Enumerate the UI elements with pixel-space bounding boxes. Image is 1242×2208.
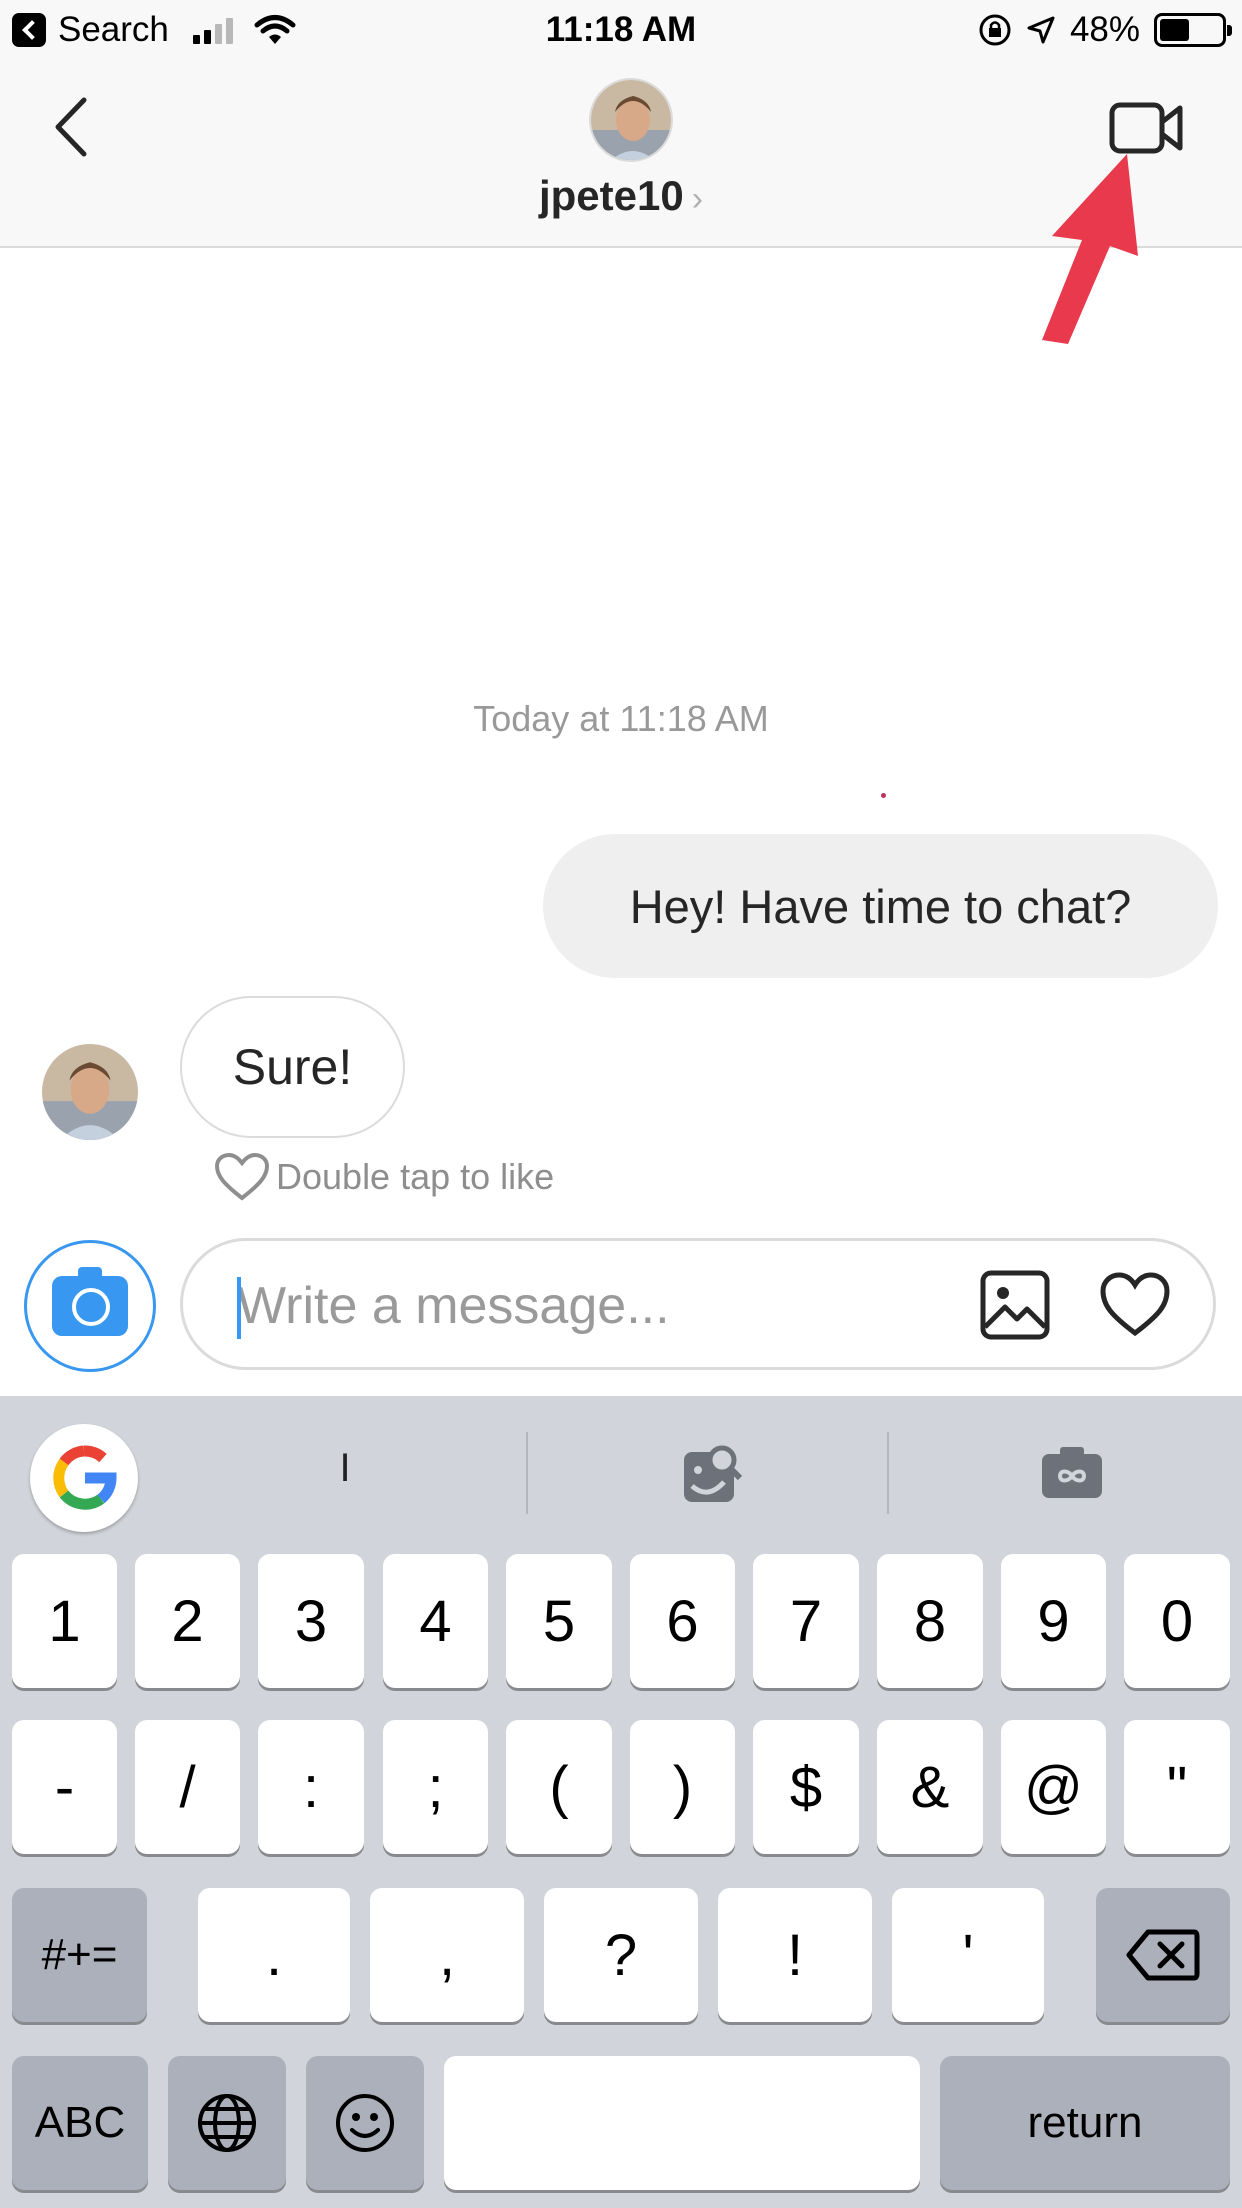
key-4[interactable]: 4 [383, 1554, 488, 1688]
return-key[interactable]: return [940, 2056, 1230, 2190]
key-6[interactable]: 6 [630, 1554, 735, 1688]
key-colon[interactable]: : [258, 1720, 364, 1854]
emoji-icon [336, 2094, 394, 2152]
key-quote[interactable]: " [1124, 1720, 1230, 1854]
sender-avatar[interactable] [42, 1044, 138, 1140]
key-dollar[interactable]: $ [753, 1720, 859, 1854]
sent-message-bubble[interactable]: Hey! Have time to chat? [543, 834, 1218, 978]
camera-icon [52, 1267, 128, 1336]
double-tap-hint: Double tap to like [214, 1152, 554, 1202]
delete-key[interactable] [1096, 1888, 1230, 2022]
image-search-icon[interactable] [682, 1444, 744, 1504]
message-text: Sure! [232, 1039, 353, 1095]
symbols-key[interactable]: #+= [12, 1888, 147, 2022]
typing-dot [881, 793, 886, 798]
battery-icon [1154, 13, 1232, 47]
message-field[interactable] [180, 1238, 1216, 1370]
key-7[interactable]: 7 [753, 1554, 859, 1688]
key-close-paren[interactable]: ) [630, 1720, 735, 1854]
location-icon [1027, 16, 1055, 44]
header-avatar[interactable] [589, 78, 673, 162]
key-ampersand[interactable]: & [877, 1720, 983, 1854]
suggestion-word[interactable]: I [300, 1446, 390, 1491]
space-key[interactable] [444, 2056, 920, 2190]
abc-key[interactable]: ABC [12, 2056, 148, 2190]
key-slash[interactable]: / [135, 1720, 240, 1854]
emoji-key[interactable] [306, 2056, 424, 2190]
key-question[interactable]: ? [544, 1888, 698, 2022]
google-icon[interactable] [30, 1424, 138, 1532]
suggestion-bar: I [0, 1396, 1242, 1546]
heart-icon[interactable] [1099, 1271, 1171, 1337]
key-exclamation[interactable]: ! [718, 1888, 872, 2022]
annotation-arrow [1042, 154, 1138, 344]
status-right: 48% [978, 10, 1232, 50]
suggestion-divider [887, 1432, 889, 1514]
key-period[interactable]: . [198, 1888, 350, 2022]
avatar-image [591, 80, 671, 160]
key-1[interactable]: 1 [12, 1554, 117, 1688]
key-at[interactable]: @ [1001, 1720, 1106, 1854]
key-5[interactable]: 5 [506, 1554, 612, 1688]
status-bar: Search 11:18 AM 48% [0, 0, 1242, 62]
key-open-paren[interactable]: ( [506, 1720, 612, 1854]
key-semicolon[interactable]: ; [383, 1720, 488, 1854]
key-apostrophe[interactable]: ' [892, 1888, 1044, 2022]
key-3[interactable]: 3 [258, 1554, 364, 1688]
battery-percent: 48% [1069, 10, 1140, 49]
double-tap-label: Double tap to like [276, 1156, 555, 1197]
key-2[interactable]: 2 [135, 1554, 240, 1688]
back-arrow-icon[interactable] [48, 92, 108, 162]
keyboard: I 1 2 3 4 5 6 7 8 9 0 - / : ; ( ) $ & @ … [0, 1396, 1242, 2208]
gif-camera-icon[interactable] [1040, 1444, 1104, 1500]
key-0[interactable]: 0 [1124, 1554, 1230, 1688]
heart-icon [214, 1152, 270, 1201]
key-8[interactable]: 8 [877, 1554, 983, 1688]
globe-icon [198, 2094, 256, 2152]
globe-key[interactable] [168, 2056, 286, 2190]
orientation-lock-icon [979, 14, 1011, 46]
text-caret [237, 1277, 241, 1339]
message-text: Hey! Have time to chat? [629, 879, 1132, 933]
username-label[interactable]: jpete10 [539, 172, 684, 219]
key-hyphen[interactable]: - [12, 1720, 117, 1854]
message-input[interactable] [237, 1271, 937, 1341]
received-message-bubble[interactable]: Sure! [180, 996, 405, 1138]
chevron-right-icon: › [691, 180, 704, 218]
delete-icon [1126, 1929, 1200, 1981]
message-timestamp: Today at 11:18 AM [473, 698, 769, 739]
image-icon[interactable] [979, 1269, 1051, 1341]
suggestion-divider [526, 1432, 528, 1514]
avatar-image [42, 1044, 138, 1140]
camera-button[interactable] [24, 1240, 156, 1372]
key-9[interactable]: 9 [1001, 1554, 1106, 1688]
key-comma[interactable]: , [370, 1888, 524, 2022]
